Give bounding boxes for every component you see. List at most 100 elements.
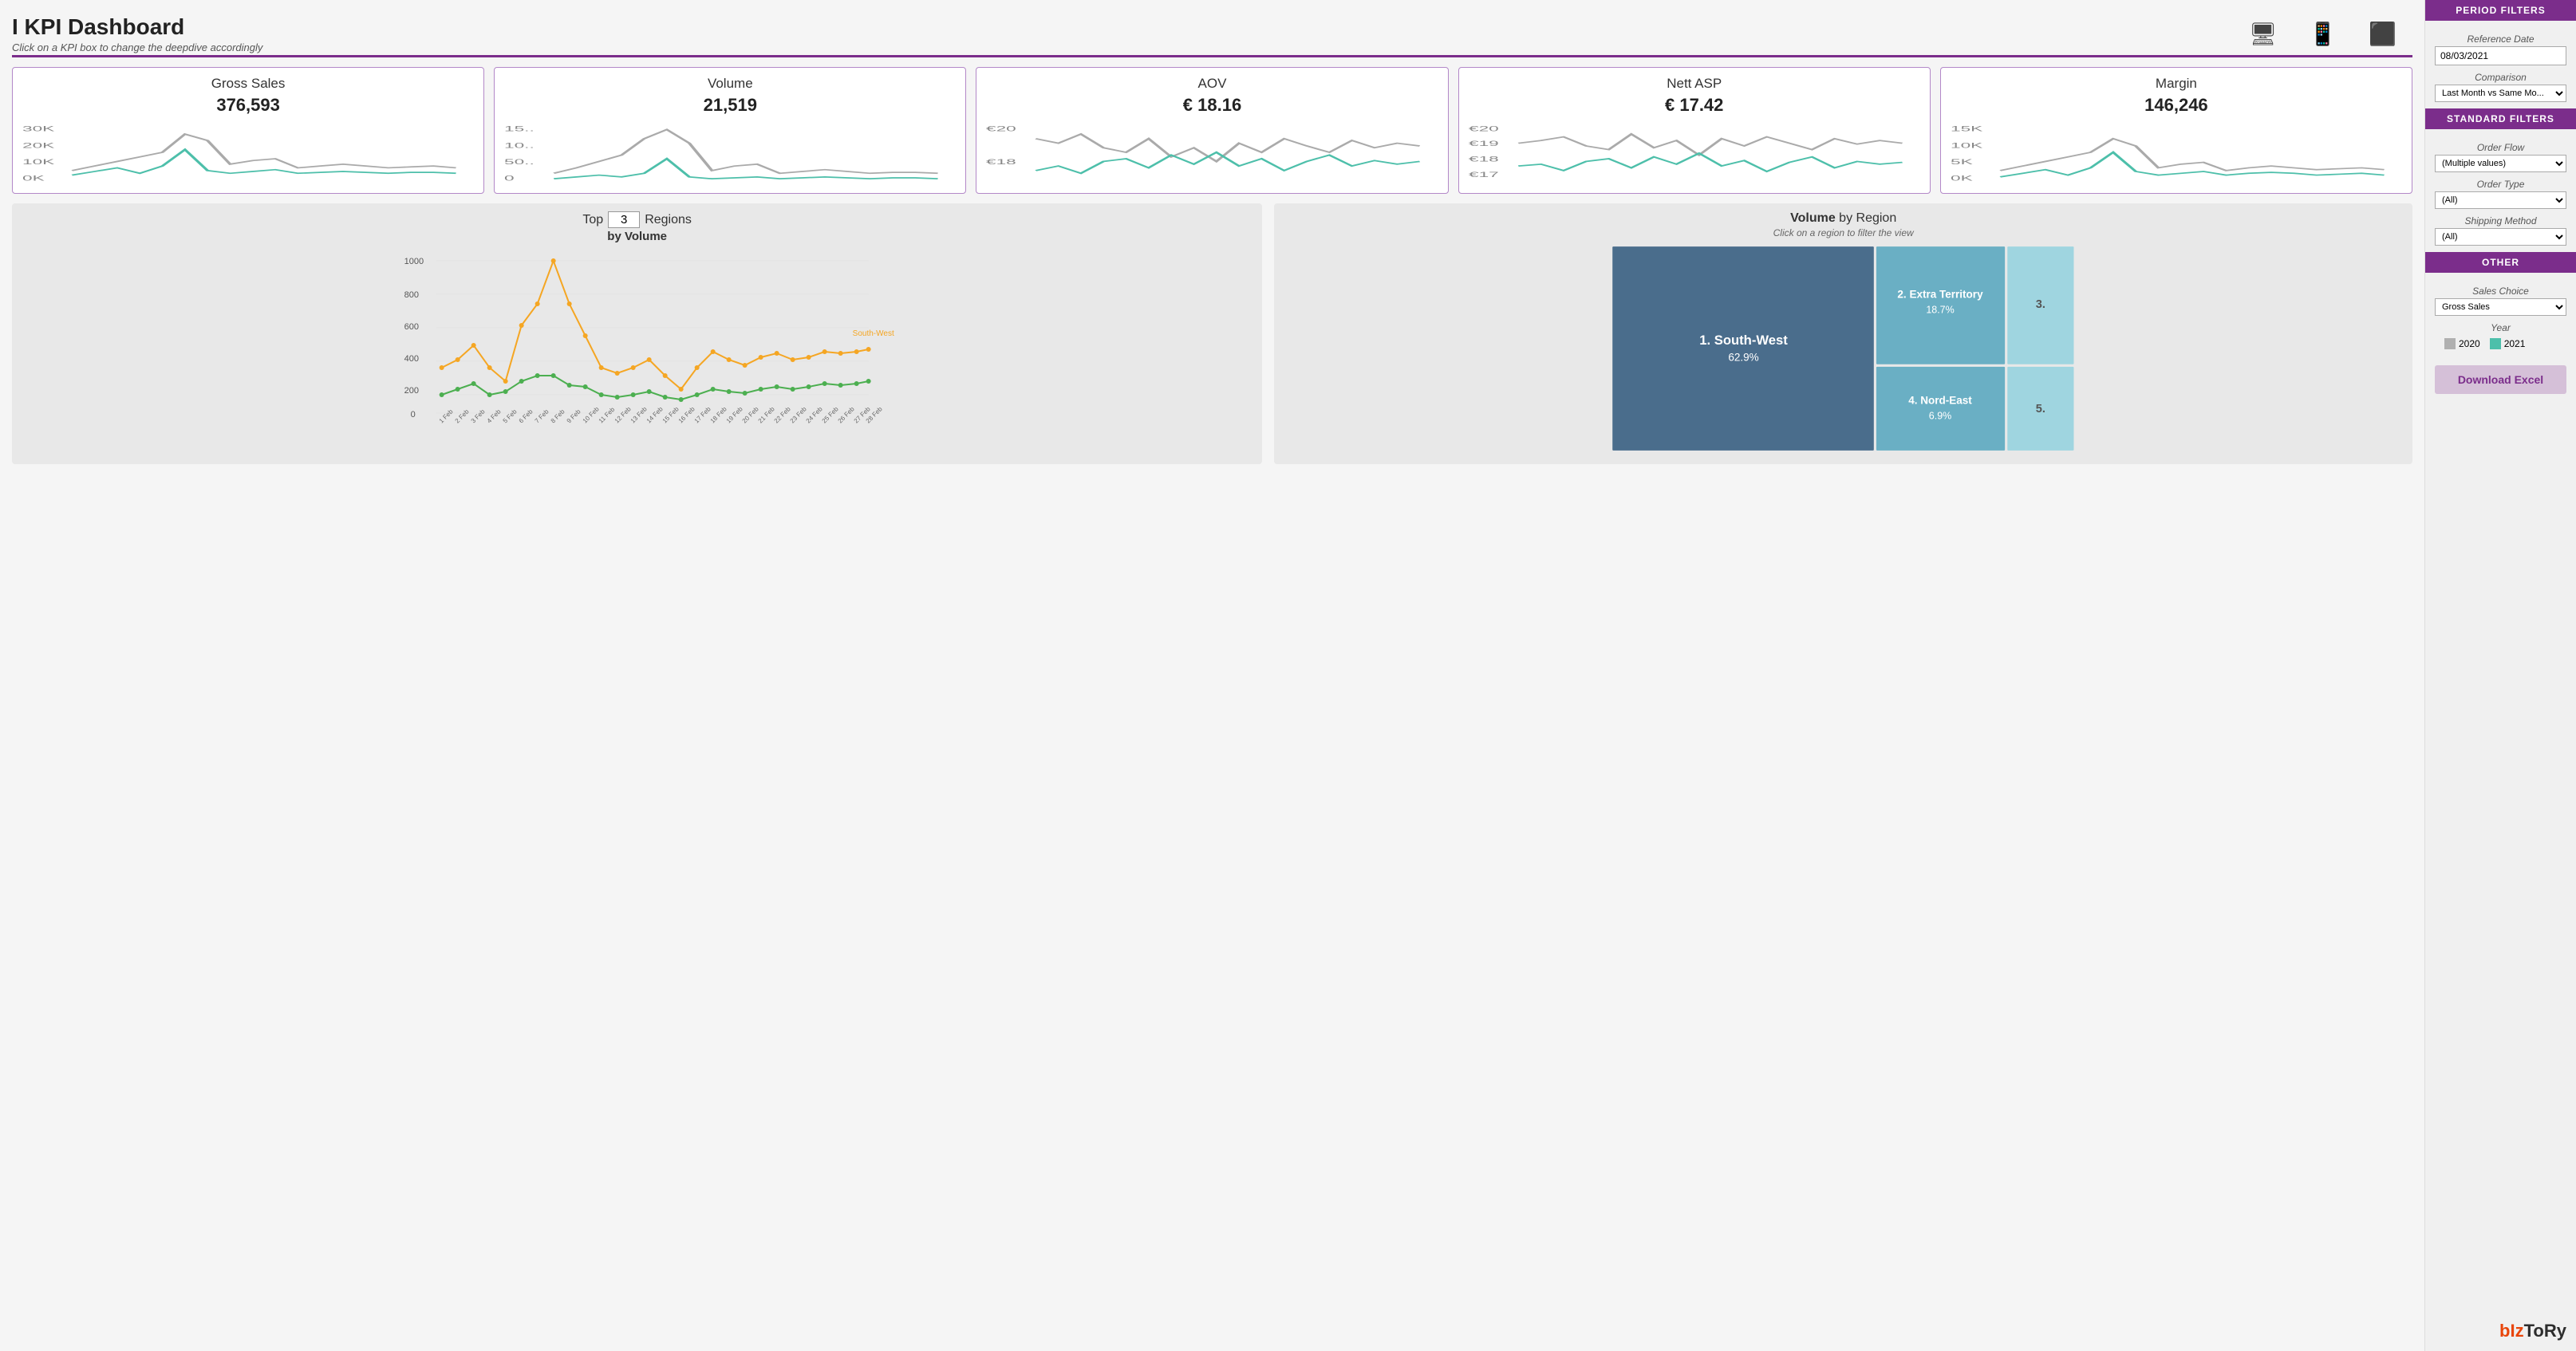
shipping-method-label: Shipping Method [2435,215,2566,226]
svg-text:1000: 1000 [404,257,424,266]
kpi-aov-title: AOV [986,76,1438,92]
volume-by-region-panel: Volume by Region Click on a region to fi… [1274,203,2412,464]
svg-text:3 Feb: 3 Feb [470,408,487,424]
svg-text:2. Extra Territory: 2. Extra Territory [1898,289,1984,301]
svg-text:200: 200 [404,386,419,396]
kpi-margin-title: Margin [1951,76,2402,92]
svg-text:16 Feb: 16 Feb [677,405,696,424]
svg-text:19 Feb: 19 Feb [725,405,744,424]
header-left: I KPI Dashboard Click on a KPI box to ch… [12,14,262,53]
reference-date-label: Reference Date [2435,33,2566,45]
svg-text:0: 0 [411,410,416,419]
tablet-landscape-icon[interactable]: ⬛ [2369,21,2397,47]
svg-text:62.9%: 62.9% [1729,352,1759,364]
sales-choice-select[interactable]: Gross Sales [2435,298,2566,316]
kpi-margin[interactable]: Margin 146,246 15K 10K 5K 0K [1940,67,2412,194]
comparison-select[interactable]: Last Month vs Same Mo... [2435,85,2566,102]
volume-by-region-treemap[interactable]: 1. South-West 62.9% 2. Extra Territory 1… [1282,245,2404,452]
logo-y: y [2557,1321,2566,1341]
kpi-margin-value: 146,246 [1951,95,2402,116]
svg-text:14 Feb: 14 Feb [645,405,665,424]
logo-t: T [2524,1321,2534,1341]
svg-text:€20: €20 [1469,124,1499,133]
kpi-gross-sales-chart: 30K 20K 10K 0K [22,120,474,184]
legend-2021-label: 2021 [2504,338,2526,349]
svg-text:11 Feb: 11 Feb [598,405,617,424]
legend-2021[interactable]: 2021 [2490,338,2526,349]
svg-text:8 Feb: 8 Feb [550,408,566,424]
legend-2020[interactable]: 2020 [2444,338,2480,349]
svg-text:600: 600 [404,322,419,332]
svg-text:800: 800 [404,290,419,300]
year-label: Year [2435,322,2566,333]
volume-by-region-subtitle: Click on a region to filter the view [1282,227,2404,238]
svg-text:20K: 20K [22,141,55,150]
legend-2020-color [2444,338,2456,349]
svg-text:10 Feb: 10 Feb [582,405,601,424]
order-type-select[interactable]: (All) [2435,191,2566,209]
kpi-aov-value: € 18.16 [986,95,1438,116]
top-regions-chart: 1000 800 600 400 200 0 [20,250,1254,425]
svg-text:3.: 3. [2036,298,2045,311]
svg-text:1 Feb: 1 Feb [438,408,455,424]
tablet-portrait-icon[interactable]: 📱 [2309,21,2337,47]
svg-text:South-West: South-West [853,329,894,338]
period-filters-header: PERIOD FILTERS [2425,0,2576,21]
svg-text:€18: €18 [986,157,1016,166]
svg-text:15K: 15K [1951,124,1983,133]
svg-text:17 Feb: 17 Feb [693,405,712,424]
top-regions-header: Top Regions [20,211,1254,228]
device-icons: 🖥 📱 ⬛ [2249,21,2412,47]
top-regions-post: Regions [645,213,692,227]
svg-text:2 Feb: 2 Feb [454,408,471,424]
svg-text:€20: €20 [986,124,1016,133]
svg-text:12 Feb: 12 Feb [613,405,633,424]
kpi-margin-chart: 15K 10K 5K 0K [1951,120,2402,184]
svg-text:4 Feb: 4 Feb [486,408,503,424]
svg-text:5 Feb: 5 Feb [502,408,519,424]
reference-date-input[interactable] [2435,46,2566,65]
dashboard-header: I KPI Dashboard Click on a KPI box to ch… [12,8,2412,57]
svg-text:5.: 5. [2036,403,2045,416]
svg-text:1. South-West: 1. South-West [1700,333,1789,348]
bottom-row: Top Regions by Volume 1000 800 600 400 2… [12,203,2412,464]
shipping-method-select[interactable]: (All) [2435,228,2566,246]
kpi-volume[interactable]: Volume 21,519 15.. 10.. 50.. 0 [494,67,966,194]
svg-text:15..: 15.. [504,124,535,133]
logo-o: o [2533,1321,2543,1341]
kpi-aov[interactable]: AOV € 18.16 €20 €18 [976,67,1448,194]
svg-text:7 Feb: 7 Feb [534,408,550,424]
svg-text:6 Feb: 6 Feb [518,408,535,424]
svg-text:5K: 5K [1951,157,1973,166]
standard-filters-section: Order Flow (Multiple values) Order Type … [2425,129,2576,252]
order-type-label: Order Type [2435,179,2566,190]
svg-text:30K: 30K [22,124,55,133]
kpi-nett-asp[interactable]: Nett ASP € 17.42 €20 €19 €18 €17 [1458,67,1931,194]
order-flow-select[interactable]: (Multiple values) [2435,155,2566,172]
svg-text:22 Feb: 22 Feb [773,405,792,424]
volume-by-region-title: Volume by Region [1282,211,2404,226]
other-section: Sales Choice Gross Sales Year 2020 2021 [2425,273,2576,356]
legend-2021-color [2490,338,2501,349]
top-regions-subtitle: by Volume [20,230,1254,243]
download-excel-button[interactable]: Download Excel [2435,365,2566,394]
legend-2020-label: 2020 [2459,338,2480,349]
svg-text:10K: 10K [1951,141,1983,150]
svg-text:0K: 0K [1951,174,1973,183]
svg-text:15 Feb: 15 Feb [661,405,680,424]
kpi-volume-chart: 15.. 10.. 50.. 0 [504,120,956,184]
kpi-gross-sales[interactable]: Gross Sales 376,593 30K 20K 10K 0K [12,67,484,194]
svg-text:25 Feb: 25 Feb [821,405,840,424]
svg-text:6.9%: 6.9% [1929,410,1951,421]
kpi-nett-asp-value: € 17.42 [1469,95,1920,116]
top-regions-input[interactable] [608,211,640,228]
kpi-aov-chart: €20 €18 [986,120,1438,184]
standard-filters-header: STANDARD FILTERS [2425,108,2576,129]
dashboard-subtitle: Click on a KPI box to change the deepdiv… [12,41,262,53]
svg-text:€17: €17 [1469,170,1499,179]
svg-text:18.7%: 18.7% [1927,304,1955,315]
dashboard-title: I KPI Dashboard [12,14,262,40]
desktop-icon[interactable]: 🖥 [2249,21,2278,47]
svg-text:24 Feb: 24 Feb [805,405,824,424]
top-regions-panel: Top Regions by Volume 1000 800 600 400 2… [12,203,1262,464]
